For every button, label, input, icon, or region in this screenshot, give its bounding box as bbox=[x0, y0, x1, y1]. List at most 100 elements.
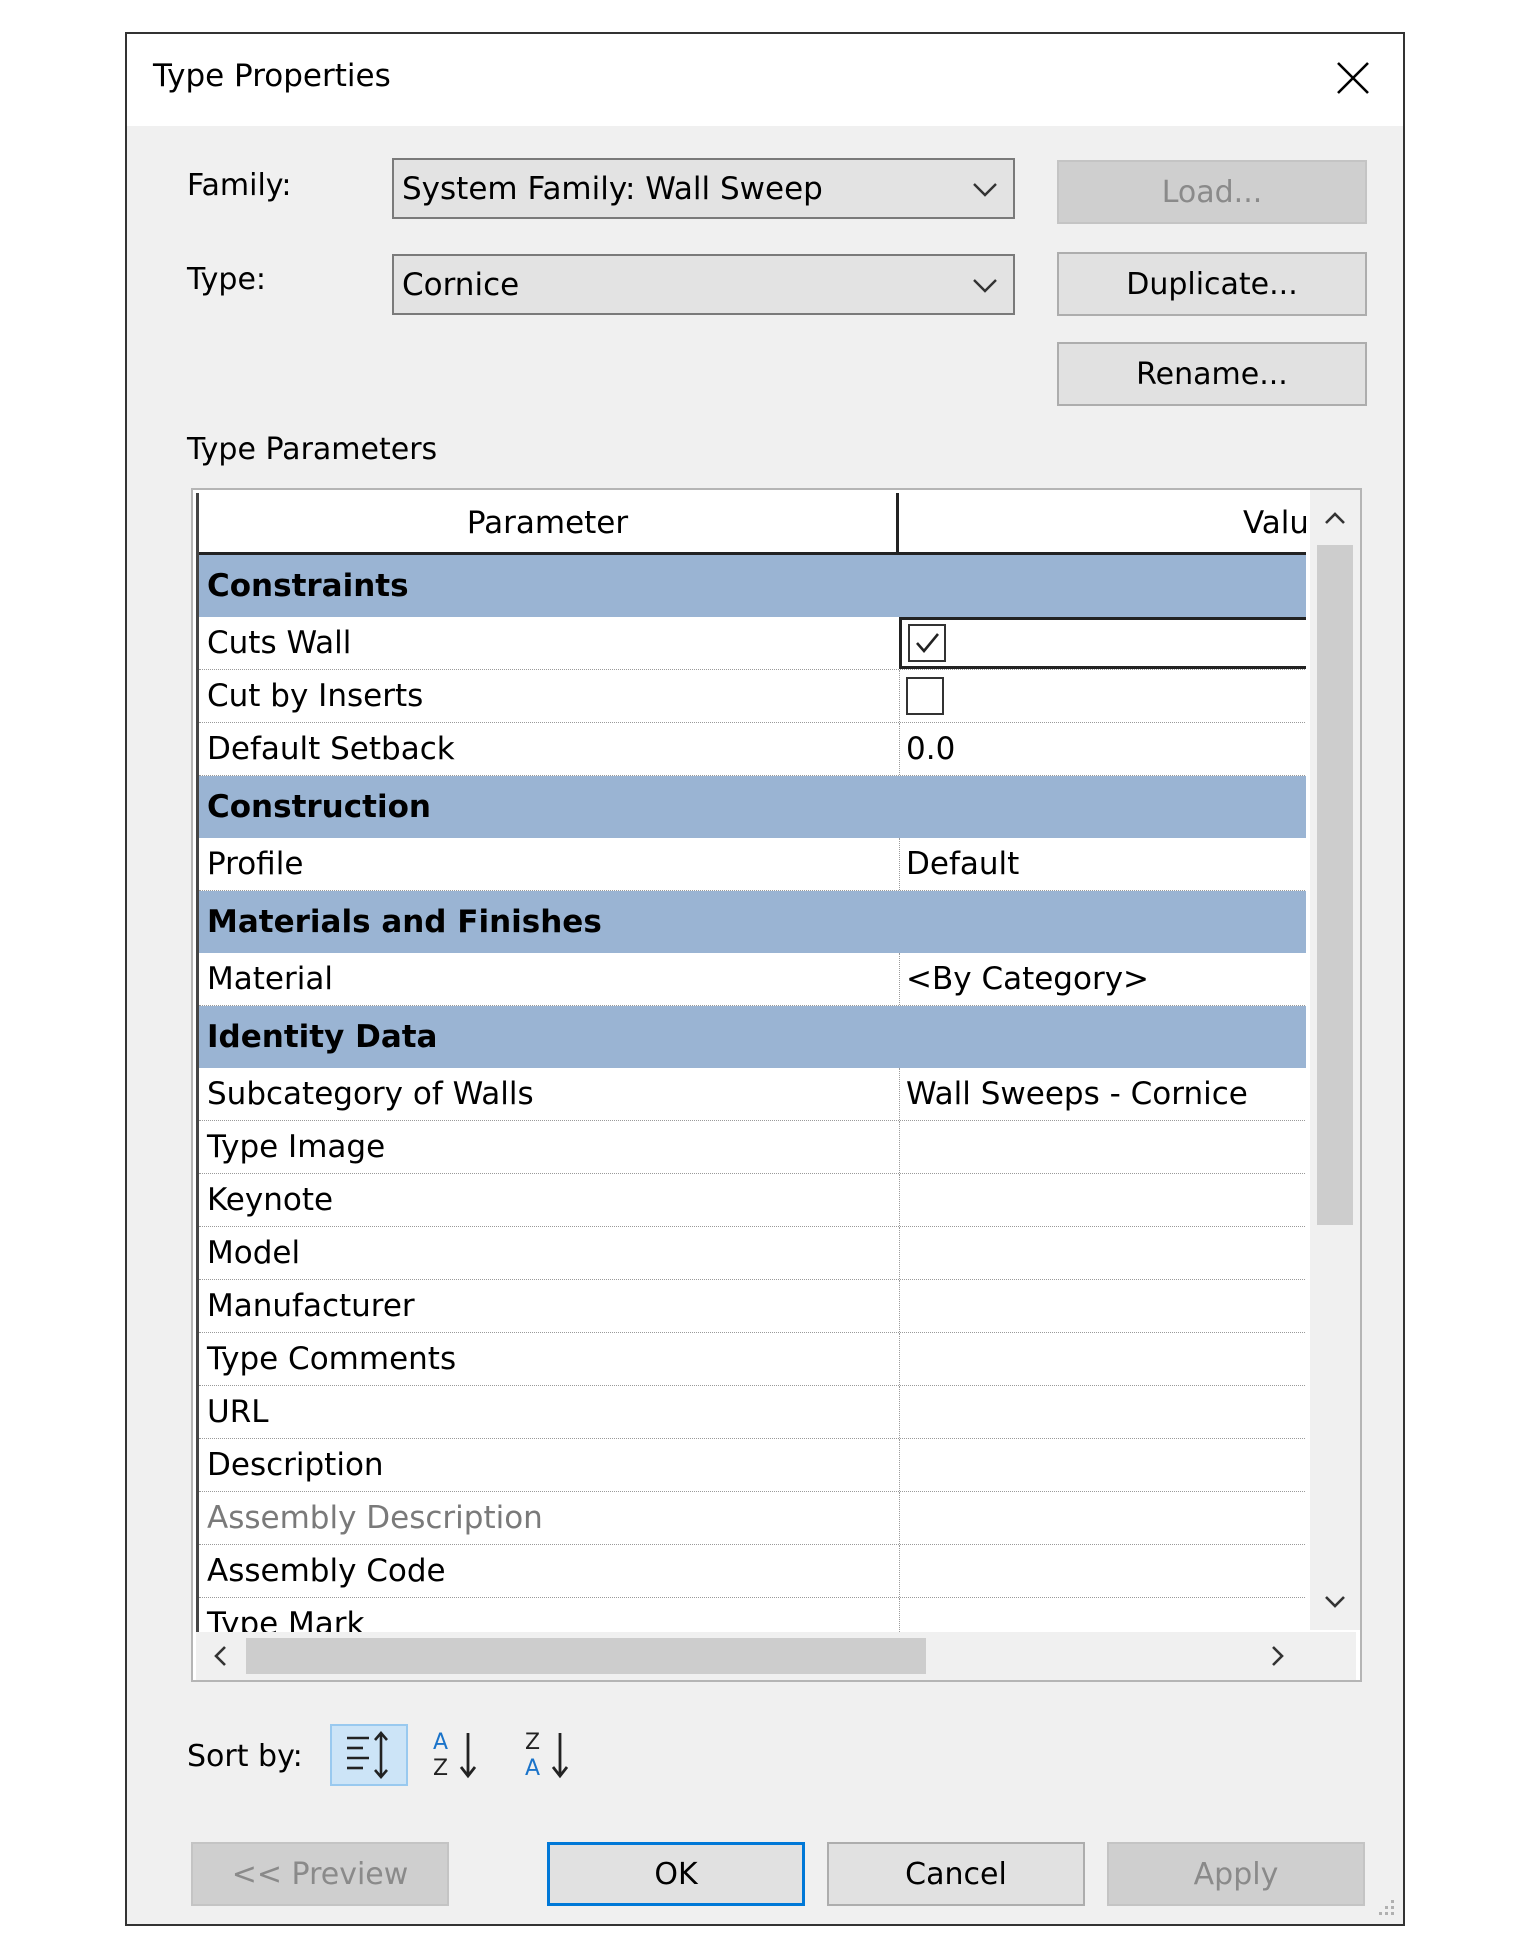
ok-button[interactable]: OK bbox=[547, 1842, 805, 1906]
table-row[interactable]: Cut by Inserts bbox=[199, 670, 1306, 723]
horizontal-scrollbar[interactable] bbox=[196, 1632, 1356, 1680]
type-value: Cornice bbox=[402, 266, 520, 303]
parameter-name: Type Comments bbox=[207, 1341, 457, 1377]
parameter-value[interactable] bbox=[899, 1598, 1306, 1633]
group-header[interactable]: Construction bbox=[199, 776, 1306, 838]
window-title: Type Properties bbox=[153, 58, 391, 94]
family-value: System Family: Wall Sweep bbox=[402, 170, 823, 207]
parameter-name: URL bbox=[207, 1394, 269, 1430]
checkmark-icon bbox=[916, 633, 940, 654]
svg-text:A: A bbox=[433, 1730, 448, 1755]
sort-ascending-button[interactable]: A Z bbox=[417, 1724, 495, 1786]
type-dropdown[interactable]: Cornice bbox=[392, 254, 1015, 315]
type-parameters-label: Type Parameters bbox=[187, 432, 438, 467]
header-parameter[interactable]: Parameter bbox=[199, 493, 899, 552]
table-row[interactable]: Profile Default bbox=[199, 838, 1306, 891]
group-header[interactable]: Materials and Finishes bbox=[199, 891, 1306, 953]
parameter-value[interactable] bbox=[899, 1439, 1306, 1491]
parameter-checkbox-cell[interactable] bbox=[899, 617, 1306, 669]
sort-az-icon: A Z bbox=[433, 1730, 477, 1781]
parameter-value[interactable] bbox=[899, 1492, 1306, 1544]
horizontal-scroll-thumb[interactable] bbox=[246, 1638, 926, 1674]
parameter-name: Material bbox=[207, 961, 333, 997]
table-row[interactable]: Type Mark bbox=[199, 1598, 1306, 1633]
table-row[interactable]: Assembly Description bbox=[199, 1492, 1306, 1545]
chevron-up-icon bbox=[1325, 512, 1345, 524]
apply-button[interactable]: Apply bbox=[1107, 1842, 1365, 1906]
parameter-value[interactable]: <By Category> bbox=[899, 953, 1306, 1005]
vertical-scrollbar[interactable] bbox=[1310, 490, 1360, 1630]
preview-button[interactable]: << Preview bbox=[191, 1842, 449, 1906]
load-button[interactable]: Load... bbox=[1057, 160, 1367, 224]
table-row[interactable]: Type Image bbox=[199, 1121, 1306, 1174]
table-row[interactable]: Subcategory of Walls Wall Sweeps - Cornic… bbox=[199, 1068, 1306, 1121]
sort-descending-button[interactable]: Z A bbox=[509, 1724, 587, 1786]
parameter-value[interactable] bbox=[899, 1333, 1306, 1385]
group-header[interactable]: Constraints bbox=[199, 555, 1306, 617]
table-row[interactable]: Manufacturer bbox=[199, 1280, 1306, 1333]
parameter-value[interactable] bbox=[899, 1280, 1306, 1332]
sort-grouped-button[interactable] bbox=[330, 1724, 408, 1786]
table-row[interactable]: Description bbox=[199, 1439, 1306, 1492]
parameter-checkbox-cell[interactable] bbox=[899, 670, 1306, 722]
close-icon bbox=[1337, 62, 1369, 94]
chevron-left-icon bbox=[214, 1646, 226, 1666]
parameter-name: Cut by Inserts bbox=[207, 678, 424, 714]
parameter-value[interactable]: Wall Sweeps - Cornice bbox=[899, 1068, 1306, 1120]
parameter-value[interactable] bbox=[899, 1174, 1306, 1226]
table-row[interactable]: Assembly Code bbox=[199, 1545, 1306, 1598]
parameter-name: Assembly Description bbox=[207, 1500, 543, 1536]
parameter-name: Subcategory of Walls bbox=[207, 1076, 534, 1112]
table-row[interactable]: Model bbox=[199, 1227, 1306, 1280]
parameter-value[interactable] bbox=[899, 1545, 1306, 1597]
parameter-name: Description bbox=[207, 1447, 384, 1483]
svg-text:Z: Z bbox=[433, 1756, 448, 1781]
checkbox-checked[interactable] bbox=[908, 624, 946, 662]
duplicate-button[interactable]: Duplicate... bbox=[1057, 252, 1367, 316]
scroll-right-button[interactable] bbox=[1260, 1638, 1296, 1674]
scroll-down-button[interactable] bbox=[1317, 1584, 1353, 1620]
parameter-name: Type Image bbox=[207, 1129, 386, 1165]
chevron-down-icon bbox=[1325, 1596, 1345, 1608]
table-row[interactable]: Default Setback 0.0 bbox=[199, 723, 1306, 776]
grid-body: Parameter Valu Constraints Cuts Wall Cut b… bbox=[196, 493, 1306, 1633]
grid-rows: Constraints Cuts Wall Cut by Inserts Defaul… bbox=[199, 555, 1306, 1633]
parameter-name: Assembly Code bbox=[207, 1553, 446, 1589]
parameter-value[interactable]: Default bbox=[899, 838, 1306, 890]
resize-grip-icon[interactable] bbox=[1373, 1894, 1397, 1918]
scroll-left-button[interactable] bbox=[202, 1638, 238, 1674]
group-icon bbox=[347, 1731, 388, 1779]
table-row[interactable]: Keynote bbox=[199, 1174, 1306, 1227]
scroll-up-button[interactable] bbox=[1317, 500, 1353, 536]
grid-header: Parameter Valu bbox=[199, 493, 1306, 555]
group-header[interactable]: Identity Data bbox=[199, 1006, 1306, 1068]
header-value[interactable]: Valu bbox=[902, 493, 1306, 552]
parameter-name: Manufacturer bbox=[207, 1288, 415, 1324]
parameter-value[interactable] bbox=[899, 1227, 1306, 1279]
vertical-scroll-thumb[interactable] bbox=[1317, 545, 1353, 1225]
table-row[interactable]: URL bbox=[199, 1386, 1306, 1439]
rename-button[interactable]: Rename... bbox=[1057, 342, 1367, 406]
close-button[interactable] bbox=[1323, 48, 1383, 108]
sort-za-icon: Z A bbox=[525, 1730, 569, 1781]
family-dropdown[interactable]: System Family: Wall Sweep bbox=[392, 158, 1015, 219]
family-label: Family: bbox=[187, 168, 292, 203]
parameter-name: Keynote bbox=[207, 1182, 334, 1218]
parameter-name: Model bbox=[207, 1235, 301, 1271]
chevron-down-icon bbox=[973, 279, 997, 293]
chevron-down-icon bbox=[973, 183, 997, 197]
table-row[interactable]: Cuts Wall bbox=[199, 617, 1306, 670]
parameter-value[interactable] bbox=[899, 1121, 1306, 1173]
chevron-right-icon bbox=[1272, 1646, 1284, 1666]
checkbox-unchecked[interactable] bbox=[906, 677, 944, 715]
sort-by-label: Sort by: bbox=[187, 1739, 303, 1774]
parameter-value[interactable] bbox=[899, 1386, 1306, 1438]
table-row[interactable]: Material <By Category> bbox=[199, 953, 1306, 1006]
cancel-button[interactable]: Cancel bbox=[827, 1842, 1085, 1906]
svg-text:Z: Z bbox=[525, 1730, 540, 1755]
table-row[interactable]: Type Comments bbox=[199, 1333, 1306, 1386]
parameter-name: Cuts Wall bbox=[207, 625, 352, 661]
svg-text:A: A bbox=[525, 1756, 540, 1781]
parameter-name: Default Setback bbox=[207, 731, 455, 767]
parameter-value[interactable]: 0.0 bbox=[899, 723, 1306, 775]
